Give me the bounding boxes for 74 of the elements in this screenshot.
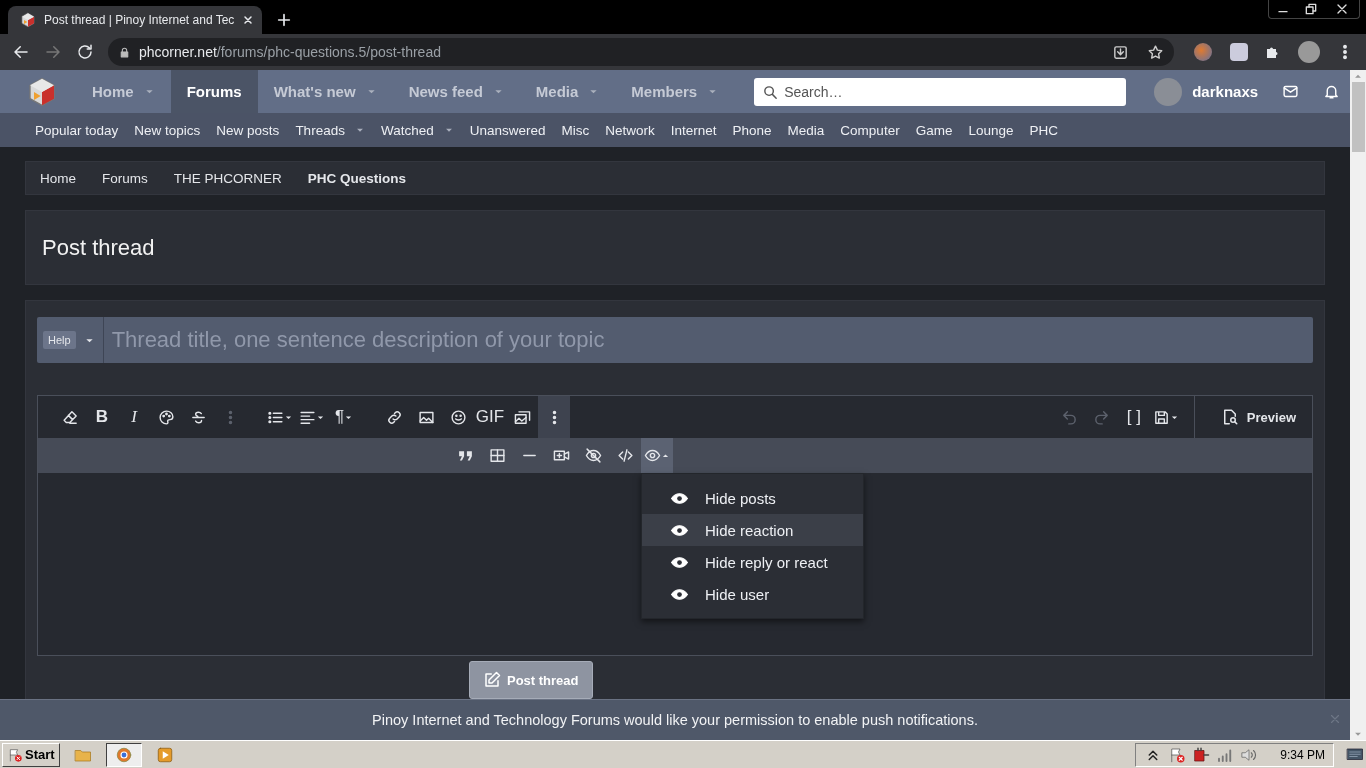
palette-icon[interactable] bbox=[157, 408, 175, 426]
extension-icon[interactable] bbox=[1230, 43, 1248, 61]
menu-item[interactable]: Hide user bbox=[642, 578, 863, 610]
toolbar-button[interactable] bbox=[641, 438, 673, 473]
prefix-tag: Help bbox=[43, 331, 76, 349]
search-field[interactable]: Search… bbox=[754, 77, 1127, 106]
star-icon[interactable] bbox=[1147, 43, 1164, 61]
power-icon[interactable] bbox=[1192, 745, 1211, 764]
breadcrumb-link[interactable]: PHC Questions bbox=[307, 170, 407, 186]
code-icon[interactable] bbox=[616, 447, 634, 464]
menu-item[interactable]: Hide reaction bbox=[642, 514, 863, 546]
sub-nav-link[interactable]: Game bbox=[915, 122, 953, 138]
menu-item[interactable]: Hide reply or react bbox=[642, 546, 863, 578]
toolbar-button[interactable]: GIF bbox=[474, 396, 506, 438]
url-text: phcorner.net/forums/phc-questions.5/post-thread bbox=[139, 44, 441, 60]
plus-icon[interactable] bbox=[276, 12, 293, 28]
smiley-icon[interactable] bbox=[449, 408, 467, 426]
toolbar-button[interactable]: [ ] bbox=[1117, 396, 1150, 438]
nav-tab[interactable]: Forums bbox=[170, 70, 258, 113]
sub-nav-link[interactable]: New topics bbox=[134, 122, 201, 138]
gallery-icon[interactable] bbox=[513, 408, 531, 426]
browser-tab[interactable]: Post thread | Pinoy Internet and Tec bbox=[8, 6, 263, 34]
breadcrumb-link[interactable]: THE PHCORNER bbox=[173, 170, 282, 186]
sub-nav-link[interactable]: Internet bbox=[670, 122, 717, 138]
cube-logo bbox=[26, 75, 58, 108]
close-icon[interactable] bbox=[242, 14, 255, 26]
start-button[interactable]: Start bbox=[2, 742, 60, 767]
cube-icon bbox=[20, 12, 36, 28]
bell-icon[interactable] bbox=[1323, 83, 1341, 100]
table-icon[interactable] bbox=[488, 447, 506, 464]
toolbar-button[interactable]: I bbox=[118, 396, 150, 438]
sub-nav-link[interactable]: Unanswered bbox=[469, 122, 546, 138]
prefix-dropdown[interactable]: Help bbox=[37, 317, 104, 363]
notification-text: Pinoy Internet and Technology Forums would like your permission to enable push notifications. bbox=[372, 712, 978, 728]
title-field[interactable]: Thread title, one sentence description of your topic bbox=[103, 317, 1313, 363]
browser-icon[interactable] bbox=[105, 742, 142, 767]
sub-nav-link[interactable]: PHC bbox=[1029, 122, 1058, 138]
sub-nav-link[interactable]: Phone bbox=[732, 122, 772, 138]
flag-icon[interactable] bbox=[1168, 745, 1187, 764]
sub-nav-link[interactable]: New posts bbox=[216, 122, 280, 138]
sub-nav-link[interactable]: Popular today bbox=[35, 122, 119, 138]
scroll-thumb[interactable] bbox=[1351, 82, 1365, 152]
sub-nav-link[interactable]: Misc bbox=[561, 122, 590, 138]
sub-nav-link[interactable]: Lounge bbox=[968, 122, 1014, 138]
sub-nav-link[interactable]: Threads bbox=[295, 122, 365, 138]
sub-nav-link[interactable]: Computer bbox=[840, 122, 900, 138]
lock-icon bbox=[118, 45, 131, 59]
sub-nav-link[interactable]: Watched bbox=[380, 122, 454, 138]
sub-nav-link[interactable]: Media bbox=[787, 122, 825, 138]
sub-nav-link[interactable]: Network bbox=[605, 122, 655, 138]
mail-icon[interactable] bbox=[1282, 83, 1300, 100]
search-icon bbox=[762, 83, 780, 101]
extension-icon[interactable] bbox=[1194, 43, 1212, 61]
caret-icon[interactable] bbox=[661, 451, 670, 460]
menu-item[interactable]: Hide posts bbox=[642, 482, 863, 514]
strikethrough-icon[interactable] bbox=[189, 408, 207, 426]
eraser-icon[interactable] bbox=[61, 408, 79, 426]
eye-slash-icon[interactable] bbox=[584, 447, 602, 464]
scrollbar[interactable] bbox=[1350, 70, 1366, 740]
avatar bbox=[1154, 77, 1183, 106]
avatar[interactable] bbox=[1298, 41, 1320, 63]
username-link[interactable]: darknaxs bbox=[1192, 83, 1259, 100]
toolbar-button[interactable]: ¶ bbox=[328, 396, 360, 438]
breadcrumb-link[interactable]: Home bbox=[40, 170, 76, 186]
link-icon[interactable] bbox=[385, 408, 403, 426]
flag-icon[interactable] bbox=[7, 746, 23, 763]
floppy-icon[interactable] bbox=[1152, 408, 1170, 426]
address-bar[interactable]: phcorner.net/forums/phc-questions.5/post-thread bbox=[108, 38, 1174, 66]
edit-icon[interactable] bbox=[483, 671, 501, 689]
page-title: Post thread bbox=[42, 234, 155, 261]
install-icon[interactable] bbox=[1112, 43, 1129, 61]
toolbar-button[interactable]: B bbox=[86, 396, 118, 438]
breadcrumb-link[interactable]: Forums bbox=[102, 170, 148, 186]
clock: 9:34 PM bbox=[1280, 747, 1325, 762]
